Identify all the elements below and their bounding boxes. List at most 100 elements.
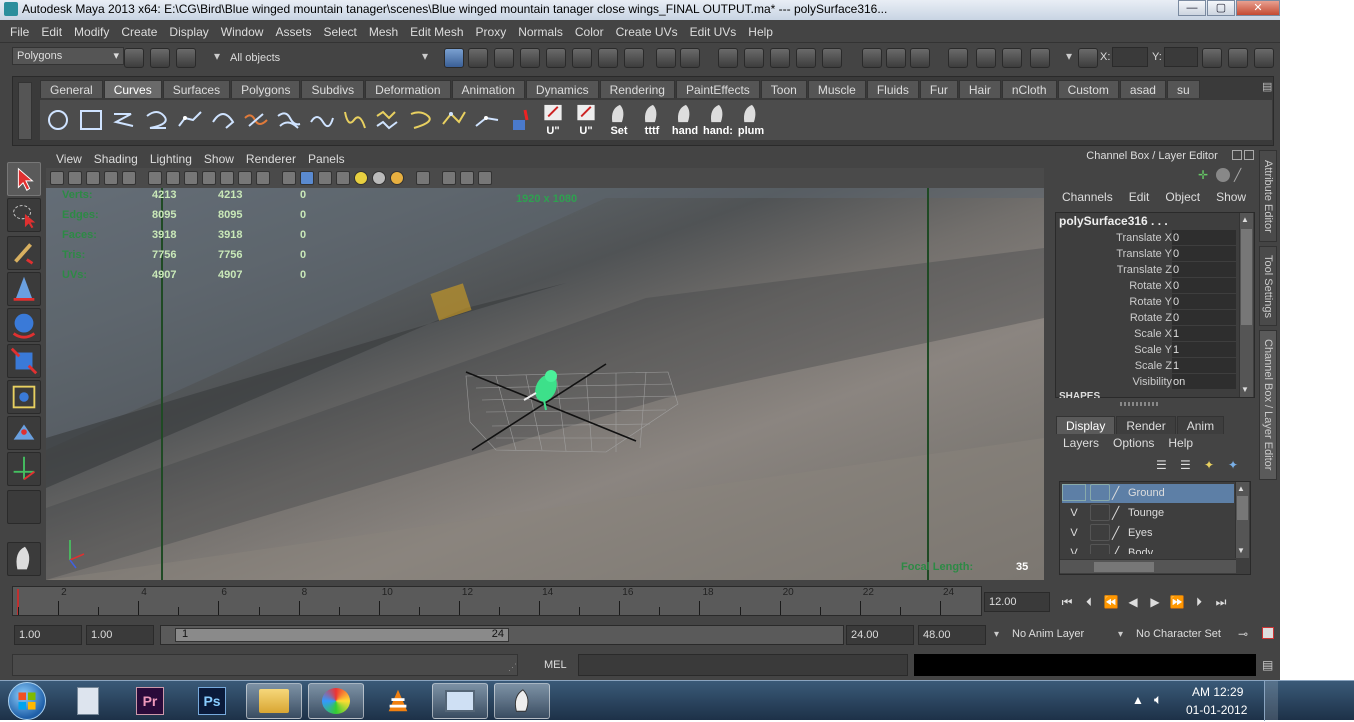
select-curves-icon[interactable] xyxy=(520,48,540,68)
ipr-render-icon[interactable] xyxy=(948,48,968,68)
xray-active-components-icon[interactable] xyxy=(478,171,492,185)
channel-box-layer-editor-tab[interactable]: Channel Box / Layer Editor xyxy=(1259,330,1277,480)
create-empty-layer-icon[interactable]: ✦ xyxy=(1204,458,1222,474)
animation-preferences-icon[interactable] xyxy=(1262,627,1274,639)
shelf-tab-dynamics[interactable]: Dynamics xyxy=(525,80,599,98)
safe-action-icon[interactable] xyxy=(238,171,252,185)
render-view-icon[interactable] xyxy=(1030,48,1050,68)
tool-settings-tab[interactable]: Tool Settings xyxy=(1259,246,1277,326)
channel-value[interactable]: 1 xyxy=(1172,342,1236,357)
script-plum-icon[interactable]: plum xyxy=(737,103,765,137)
rebuild-curve-icon[interactable] xyxy=(440,103,468,137)
range-slider-bar[interactable]: 1 24 xyxy=(175,628,509,642)
play-backwards-icon[interactable]: ◀ xyxy=(1122,592,1144,612)
float-panel-icon[interactable] xyxy=(1232,150,1242,160)
channel-box-scrollbar[interactable]: ▲ ▼ xyxy=(1239,213,1253,397)
shelf-tab-animation[interactable]: Animation xyxy=(451,80,525,98)
make-live-icon[interactable] xyxy=(822,48,842,68)
step-forward-key-icon[interactable]: ⏩ xyxy=(1166,592,1188,612)
animation-end-field[interactable]: 48.00 xyxy=(918,625,986,645)
channel-value[interactable]: 0 xyxy=(1172,230,1236,245)
shelf-tab-hair[interactable]: Hair xyxy=(958,80,1001,98)
paint-select-tool-icon[interactable] xyxy=(7,236,41,270)
grid-toggle-icon[interactable] xyxy=(148,171,162,185)
layer-tab-render[interactable]: Render xyxy=(1116,416,1176,434)
step-back-key-icon[interactable]: ⏪ xyxy=(1100,592,1122,612)
range-slider[interactable]: 1 24 xyxy=(160,625,844,645)
menu-normals[interactable]: Normals xyxy=(512,25,569,39)
command-history-field[interactable] xyxy=(12,654,518,676)
layer-color-swatch[interactable]: ╱ xyxy=(1112,504,1126,521)
arc-tool-icon[interactable] xyxy=(209,103,237,137)
character-set-chevron-icon[interactable]: ▾ xyxy=(1118,629,1123,640)
go-to-end-icon[interactable]: ⏭ xyxy=(1210,592,1232,612)
character-set-label[interactable]: No Character Set xyxy=(1136,628,1221,640)
two-d-pan-zoom-icon[interactable] xyxy=(122,171,136,185)
layer-template-toggle[interactable] xyxy=(1090,524,1110,541)
script-set-icon[interactable]: Set xyxy=(605,103,633,137)
menu-create-uvs[interactable]: Create UVs xyxy=(610,25,684,39)
shelf-tab-asad[interactable]: asad xyxy=(1119,80,1166,98)
panel-menu-show[interactable]: Show xyxy=(198,152,240,166)
y-input[interactable] xyxy=(1164,47,1198,67)
create-layer-from-selection-icon[interactable]: ✦ xyxy=(1228,458,1246,474)
script-tttf-icon[interactable]: tttf xyxy=(638,103,666,137)
channel-row[interactable]: Rotate Z0 xyxy=(1056,310,1238,326)
layer-visibility-toggle[interactable]: V xyxy=(1062,524,1086,541)
pencil-curve-tool-icon[interactable] xyxy=(176,103,204,137)
select-deformations-icon[interactable] xyxy=(572,48,592,68)
current-time-field[interactable]: 12.00 xyxy=(984,592,1050,612)
select-by-hierarchy-icon[interactable] xyxy=(444,48,464,68)
cut-curve-icon[interactable] xyxy=(506,103,534,137)
extend-curve-icon[interactable] xyxy=(341,103,369,137)
layer-tab-anim[interactable]: Anim xyxy=(1176,416,1225,434)
layer-row[interactable]: V ╱ Tounge xyxy=(1062,504,1234,523)
field-chart-icon[interactable] xyxy=(220,171,234,185)
channel-row[interactable]: Translate X0 xyxy=(1056,230,1238,246)
menu-display[interactable]: Display xyxy=(163,25,214,39)
playback-end-field[interactable]: 24.00 xyxy=(846,625,914,645)
use-all-lights-icon[interactable] xyxy=(372,171,386,185)
selection-mode-chevron-icon[interactable]: ▾ xyxy=(422,49,428,63)
x-input[interactable] xyxy=(1112,47,1148,67)
isolate-select-icon[interactable] xyxy=(416,171,430,185)
key-icon[interactable]: ⊸ xyxy=(1238,627,1248,641)
cb-object-name[interactable]: polySurface316 . . . xyxy=(1059,214,1168,228)
film-gate-icon[interactable] xyxy=(166,171,180,185)
menu-file[interactable]: File xyxy=(4,25,35,39)
ep-curve-tool-icon[interactable] xyxy=(143,103,171,137)
menu-mesh[interactable]: Mesh xyxy=(363,25,404,39)
menu-select[interactable]: Select xyxy=(317,25,362,39)
safe-title-icon[interactable] xyxy=(256,171,270,185)
panel-menu-panels[interactable]: Panels xyxy=(302,152,351,166)
select-tool-icon[interactable] xyxy=(7,162,41,196)
cv-curve-tool-icon[interactable] xyxy=(110,103,138,137)
selection-mask-chevron-icon[interactable]: ▾ xyxy=(214,49,220,63)
layer-tab-display[interactable]: Display xyxy=(1056,416,1116,434)
channel-value[interactable]: 1 xyxy=(1172,358,1236,373)
soft-modification-tool-icon[interactable] xyxy=(7,416,41,450)
render-current-frame-icon[interactable] xyxy=(910,48,930,68)
shelf-tab-polygons[interactable]: Polygons xyxy=(231,80,301,98)
channel-row[interactable]: Scale Y1 xyxy=(1056,342,1238,358)
new-scene-icon[interactable] xyxy=(124,48,144,68)
volume-icon[interactable]: 🔈︎ xyxy=(1154,691,1162,708)
menu-edit-uvs[interactable]: Edit UVs xyxy=(684,25,743,39)
rotate-tool-icon[interactable] xyxy=(7,308,41,342)
xray-icon[interactable] xyxy=(442,171,456,185)
play-forwards-icon[interactable]: ▶ xyxy=(1144,592,1166,612)
taskbar-calculator[interactable] xyxy=(60,683,116,719)
shelf-tab-custom[interactable]: Custom xyxy=(1057,80,1119,98)
channel-row[interactable]: Scale X1 xyxy=(1056,326,1238,342)
step-forward-frame-icon[interactable]: ⏵ xyxy=(1188,592,1210,612)
show-tool-settings-icon[interactable] xyxy=(1228,48,1248,68)
gate-mask-icon[interactable] xyxy=(202,171,216,185)
xray-joints-icon[interactable] xyxy=(460,171,474,185)
menu-color[interactable]: Color xyxy=(569,25,610,39)
perspective-viewport[interactable]: Verts: 4213 4213 0 Edges: 8095 8095 0 Fa… xyxy=(46,188,1044,580)
shelf-tab-subdivs[interactable]: Subdivs xyxy=(301,80,365,98)
select-by-object-icon[interactable] xyxy=(468,48,488,68)
shelf-tab-general[interactable]: General xyxy=(40,80,103,98)
lasso-tool-icon[interactable] xyxy=(7,198,41,232)
taskbar-paint[interactable] xyxy=(308,683,364,719)
